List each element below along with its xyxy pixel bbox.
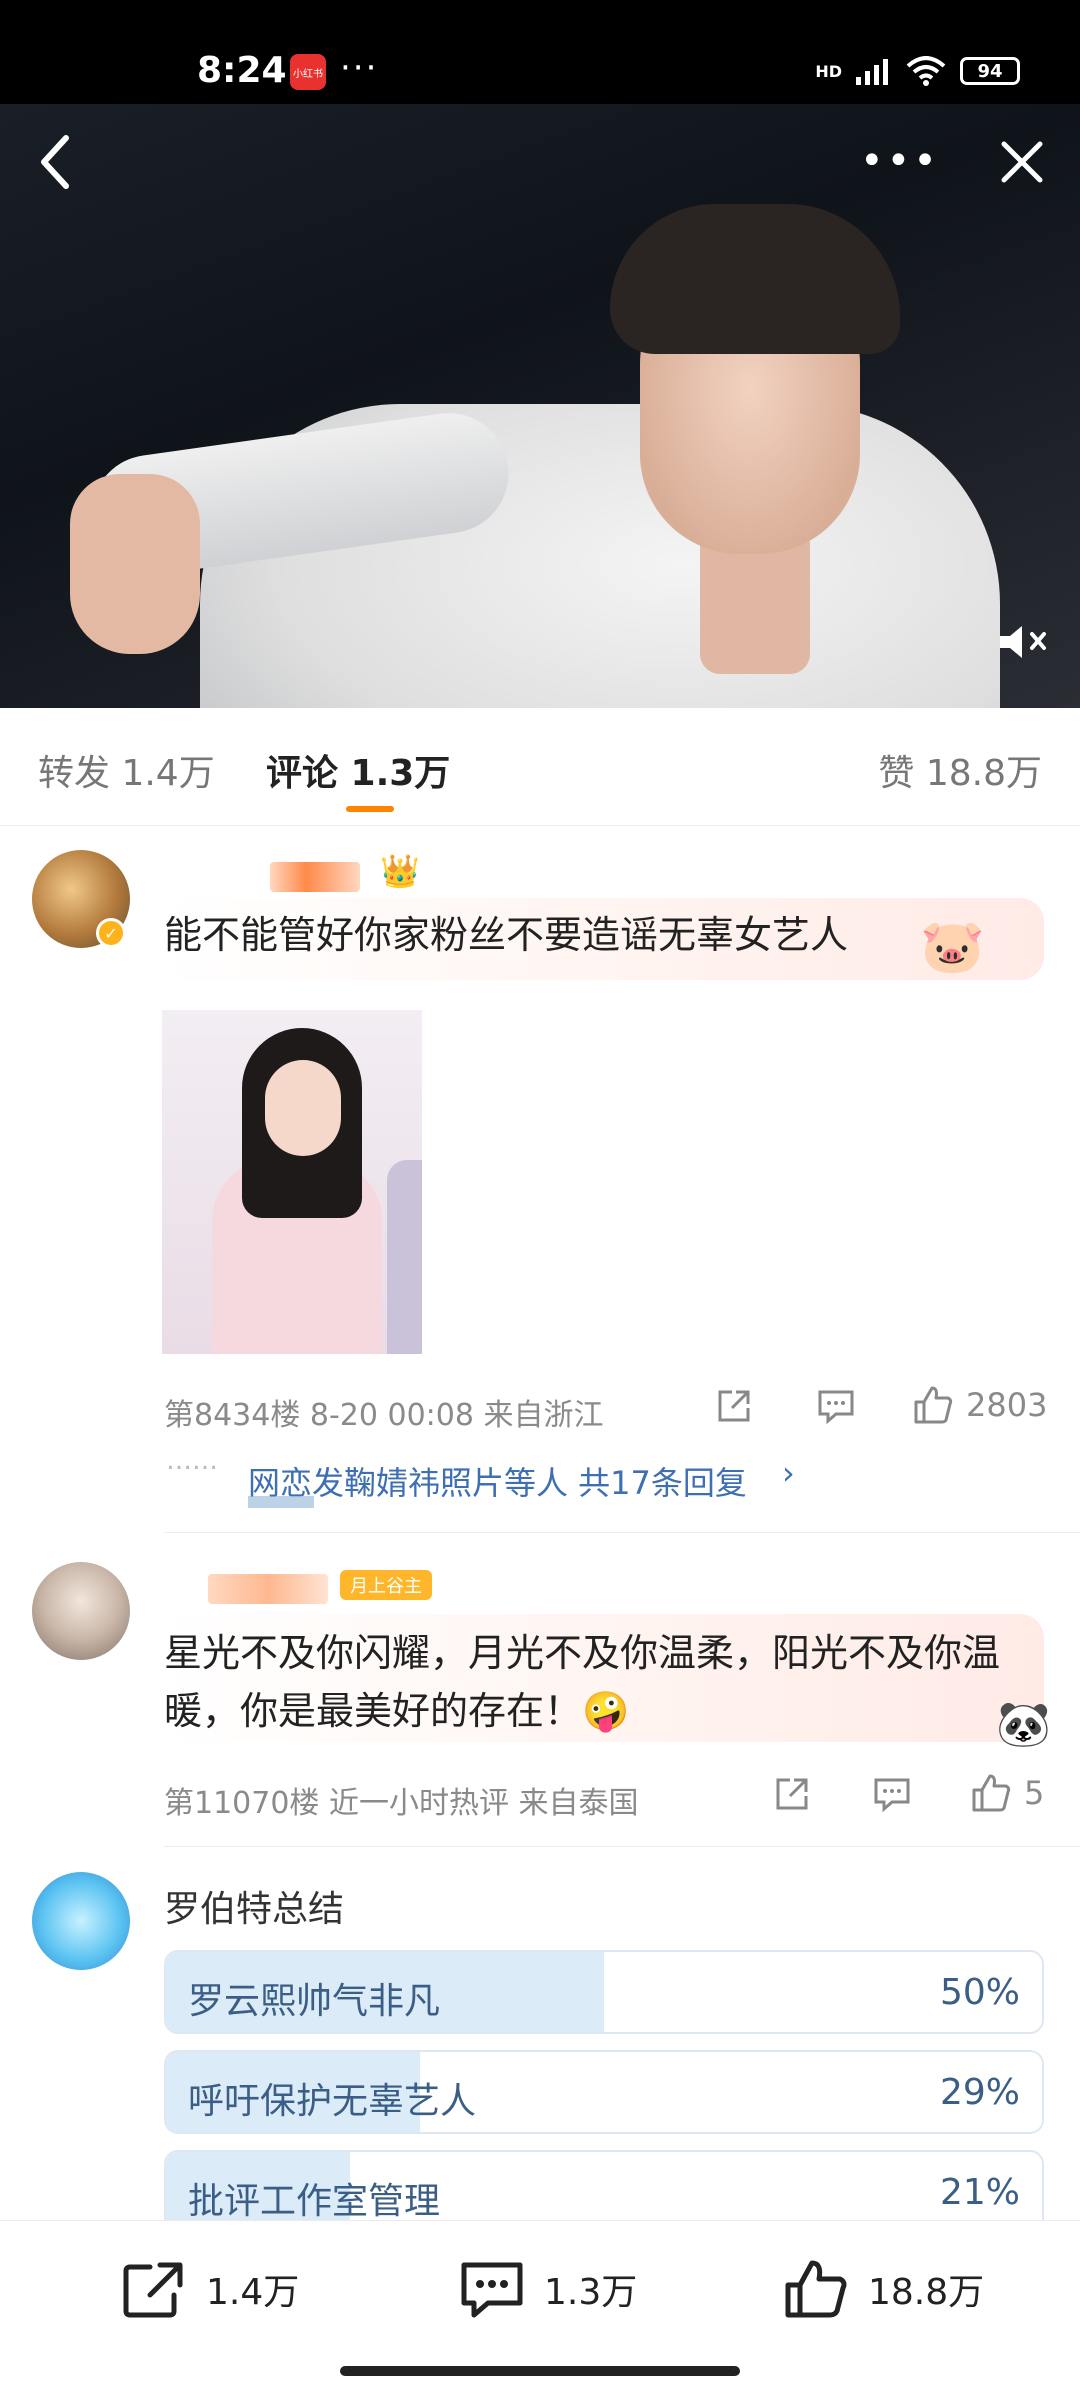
comment-icon — [818, 1390, 854, 1425]
comment-image-bystander — [387, 1160, 422, 1354]
comment-meta: 第8434楼 8-20 00:08 来自浙江 — [164, 1398, 604, 1433]
tab-comments[interactable]: 评论 1.3万 — [266, 744, 450, 796]
close-icon[interactable] — [996, 136, 1048, 188]
comment-bubble: 星光不及你闪耀，月光不及你温柔，阳光不及你温暖，你是最美好的存在！🤪 — [162, 1614, 1044, 1742]
reply-prefix-dots: …… — [166, 1446, 218, 1476]
like-button[interactable]: 18.8万 — [782, 2257, 984, 2321]
tab-repost[interactable]: 转发 1.4万 — [38, 744, 215, 796]
tab-active-indicator — [346, 806, 394, 812]
share-count: 1.4万 — [206, 2272, 300, 2313]
user-badge: 月上谷主 — [340, 1570, 432, 1600]
video-figure-hair — [610, 204, 900, 354]
share-icon — [776, 1778, 808, 1810]
verified-badge-icon: ✓ — [96, 918, 126, 948]
network-label: HD — [815, 61, 842, 81]
divider — [164, 1532, 1080, 1533]
comment-icon — [874, 1778, 910, 1813]
reply-comment-button[interactable] — [872, 1774, 912, 1814]
comment-bubble: 能不能管好你家粉丝不要造谣无辜女艺人 — [162, 898, 1044, 980]
wifi-icon — [906, 56, 946, 86]
share-icon — [718, 1390, 750, 1422]
video-figure-hand — [70, 474, 200, 654]
username-redacted — [270, 862, 360, 892]
poll-option[interactable]: 呼吁保护无辜艺人 29% — [164, 2050, 1044, 2134]
character-sticker-icon: 🐼 — [996, 1699, 1051, 1750]
divider — [164, 1846, 1080, 1847]
thumbs-up-icon — [914, 1386, 953, 1424]
like-count: 18.8万 — [868, 2272, 985, 2313]
poll-option-percent: 21% — [939, 2172, 1020, 2213]
username-redacted — [208, 1574, 328, 1604]
battery-icon: 94 — [960, 57, 1020, 85]
comment-item: 月上谷主 星光不及你闪耀，月光不及你温柔，阳光不及你温暖，你是最美好的存在！🤪 … — [0, 1548, 1080, 1848]
comment-text: 星光不及你闪耀，月光不及你温柔，阳光不及你温暖，你是最美好的存在！🤪 — [164, 1631, 1001, 1733]
comment-count: 1.3万 — [544, 2272, 638, 2313]
reply-comment-button[interactable] — [816, 1386, 856, 1426]
back-arrow-icon[interactable] — [34, 132, 74, 192]
status-bar: 8:24 小红书 ··· HD 94 — [0, 0, 1080, 104]
signal-icon — [856, 59, 888, 85]
reply-summary-link[interactable]: 网恋发鞠婧祎照片等人 共17条回复 — [248, 1458, 747, 1504]
like-comment-button[interactable]: 2803 — [912, 1384, 1047, 1426]
crown-icon: 👑 — [380, 852, 420, 890]
comment-item: ✓ 👑 能不能管好你家粉丝不要造谣无辜女艺人 🐷 第8434楼 8-20 00:… — [0, 826, 1080, 1526]
poll-option-label: 批评工作室管理 — [188, 2181, 441, 2222]
comment-text: 能不能管好你家粉丝不要造谣无辜女艺人 — [164, 913, 849, 957]
app-badge-icon: 小红书 — [290, 54, 326, 90]
tab-likes[interactable]: 赞 18.8万 — [878, 744, 1042, 796]
poll-option-percent: 50% — [939, 1972, 1020, 2013]
notification-dots-icon: ··· — [340, 48, 379, 88]
thumbs-up-icon — [972, 1774, 1011, 1812]
comment-button[interactable]: 1.3万 — [458, 2257, 637, 2321]
reply-arrow-icon[interactable]: › — [782, 1454, 795, 1492]
share-button[interactable]: 1.4万 — [120, 2257, 299, 2321]
status-right-group: HD 94 — [815, 56, 1020, 86]
comment-image[interactable] — [162, 1010, 422, 1354]
share-icon — [123, 2262, 183, 2318]
more-dots-icon[interactable]: ••• — [860, 138, 940, 184]
poll-option-label: 罗云熙帅气非凡 — [188, 1981, 441, 2022]
share-comment-button[interactable] — [714, 1386, 754, 1426]
avatar[interactable] — [32, 1562, 130, 1660]
mute-icon[interactable] — [996, 620, 1050, 664]
like-count: 5 — [1024, 1774, 1045, 1812]
like-comment-button[interactable]: 5 — [970, 1772, 1044, 1814]
poll-option[interactable]: 罗云熙帅气非凡 50% — [164, 1950, 1044, 2034]
poll-avatar[interactable] — [32, 1872, 130, 1970]
tab-bar: 转发 1.4万 评论 1.3万 赞 18.8万 — [0, 708, 1080, 826]
video-player[interactable] — [0, 104, 1080, 708]
like-count: 2803 — [966, 1386, 1048, 1424]
comment-icon — [461, 2262, 523, 2318]
status-time: 8:24 — [197, 50, 287, 91]
home-indicator[interactable] — [340, 2366, 740, 2376]
share-comment-button[interactable] — [772, 1774, 812, 1814]
pig-sticker-icon: 🐷 — [920, 917, 985, 977]
poll-option-percent: 29% — [939, 2072, 1020, 2113]
reply-username-redacted — [248, 1496, 314, 1508]
poll-option-label: 呼吁保护无辜艺人 — [188, 2081, 477, 2122]
comment-meta: 第11070楼 近一小时热评 来自泰国 — [164, 1786, 639, 1821]
poll-title: 罗伯特总结 — [164, 1889, 345, 1930]
thumbs-up-icon — [785, 2260, 847, 2318]
comment-image-face-front — [265, 1060, 341, 1156]
